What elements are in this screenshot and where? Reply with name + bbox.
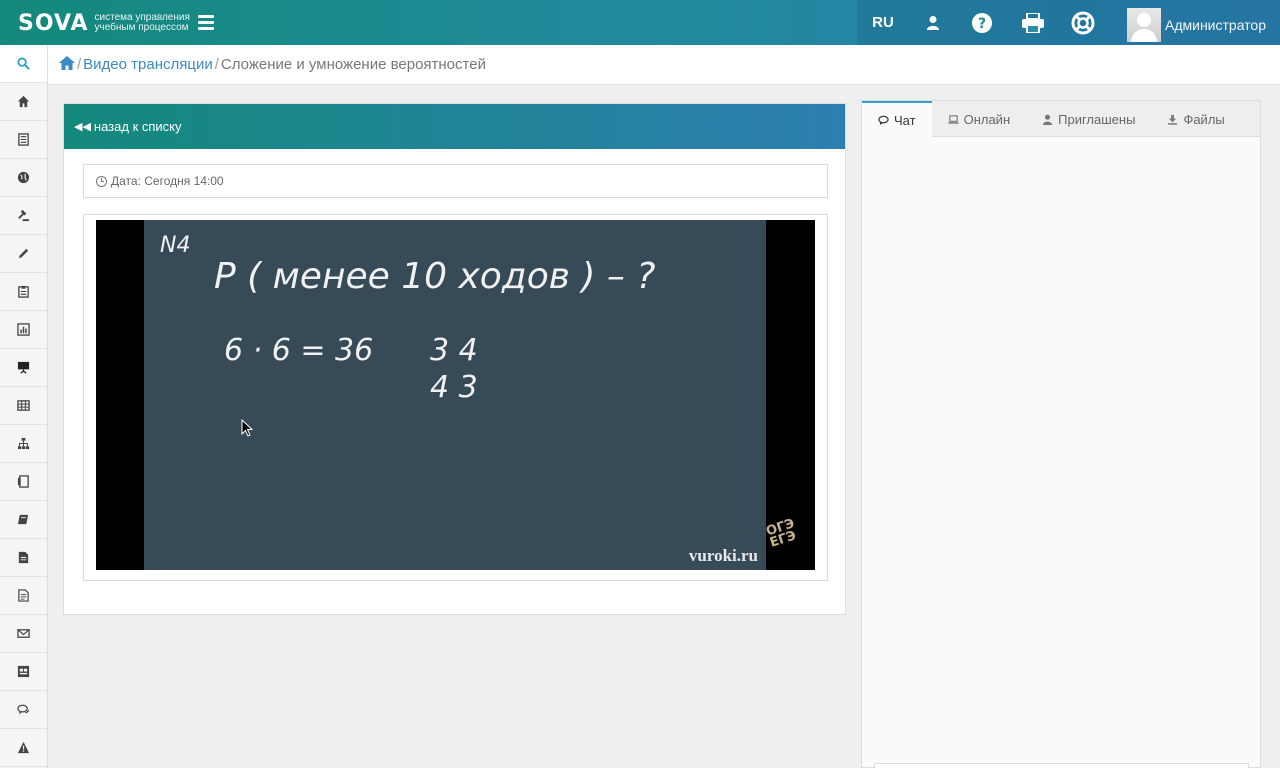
print-icon[interactable]	[1020, 0, 1046, 45]
board-line: 6 · 6 = 36	[224, 333, 373, 368]
envelope-icon[interactable]	[0, 615, 47, 653]
search-icon[interactable]	[0, 45, 47, 83]
laptop-icon	[948, 114, 959, 124]
language-switcher[interactable]: RU	[872, 0, 894, 45]
tab-files[interactable]: Файлы	[1151, 101, 1240, 137]
breadcrumb: / Видео трансляции / Сложение и умножени…	[48, 45, 1280, 85]
breadcrumb-separator: /	[77, 56, 82, 73]
date-info: Дата: Сегодня 14:00	[83, 164, 828, 198]
user-icon	[1043, 114, 1053, 125]
door-icon[interactable]	[0, 463, 47, 501]
comments-icon[interactable]	[0, 691, 47, 729]
board-line: 4 3	[430, 370, 478, 405]
sitemap-icon[interactable]	[0, 425, 47, 463]
svg-text:?: ?	[978, 16, 986, 32]
globe-icon[interactable]	[0, 159, 47, 197]
bar-chart-icon[interactable]	[0, 311, 47, 349]
tab-invited[interactable]: Приглашены	[1026, 101, 1151, 137]
warning-icon[interactable]	[0, 729, 47, 767]
back-arrow-icon[interactable]: ◀◀	[74, 120, 91, 133]
board-handwriting: N4 P ( менее 10 ходов ) – ? 6 · 6 = 36 3…	[160, 233, 655, 405]
breadcrumb-link-video[interactable]: Видео трансляции	[83, 56, 213, 73]
top-navbar: SOVA система управления учебным процессо…	[0, 0, 1280, 45]
table-icon[interactable]	[0, 387, 47, 425]
clock-icon	[96, 175, 107, 187]
tab-label: Приглашены	[1058, 111, 1136, 127]
tab-chat[interactable]: Чат	[862, 101, 932, 138]
video-container: N4 P ( менее 10 ходов ) – ? 6 · 6 = 36 3…	[83, 214, 828, 581]
logo-mark: SOVA	[18, 10, 89, 36]
tab-label: Онлайн	[963, 111, 1011, 127]
user-menu[interactable]: Администратор	[1127, 8, 1266, 42]
download-icon	[1168, 114, 1178, 125]
question-icon[interactable]: ?	[970, 0, 994, 45]
tab-label: Файлы	[1183, 111, 1225, 127]
chat-panel: Чат Онлайн Приглашены Файлы	[861, 100, 1261, 768]
presentation-icon[interactable]	[0, 349, 47, 387]
board-line: N4	[160, 233, 190, 258]
user-name: Администратор	[1165, 17, 1267, 33]
tab-label: Чат	[894, 113, 916, 128]
book-icon[interactable]	[0, 501, 47, 539]
user-icon[interactable]	[923, 0, 943, 45]
back-to-list-link[interactable]: назад к списку	[94, 119, 182, 134]
top-right-tools: RU ? Администратор	[857, 0, 1280, 45]
exam-badge: ОГЭ ЕГЭ	[764, 516, 800, 551]
tab-online[interactable]: Онлайн	[932, 101, 1027, 137]
pencil-icon[interactable]	[0, 235, 47, 273]
avatar	[1127, 8, 1161, 42]
board-line: P ( менее 10 ходов ) – ?	[214, 256, 655, 297]
calendar-table-icon[interactable]	[0, 653, 47, 691]
chat-tabs: Чат Онлайн Приглашены Файлы	[862, 101, 1260, 138]
video-player[interactable]: N4 P ( менее 10 ходов ) – ? 6 · 6 = 36 3…	[96, 220, 815, 570]
video-panel: ◀◀ назад к списку Дата: Сегодня 14:00 N4…	[63, 103, 846, 615]
panel-header: ◀◀ назад к списку	[64, 104, 845, 149]
file-icon[interactable]	[0, 539, 47, 577]
mouse-cursor-icon	[241, 419, 253, 437]
date-label: Дата: Сегодня 14:00	[111, 174, 224, 188]
gavel-icon[interactable]	[0, 197, 47, 235]
home-icon[interactable]	[59, 55, 75, 74]
comment-icon	[878, 115, 889, 126]
breadcrumb-current: Сложение и умножение вероятностей	[220, 56, 486, 73]
sidebar	[0, 45, 48, 768]
logo[interactable]: SOVA система управления учебным процессо…	[18, 9, 213, 37]
lifebuoy-icon[interactable]	[1070, 0, 1096, 45]
clipboard-icon[interactable]	[0, 273, 47, 311]
list-icon[interactable]	[0, 121, 47, 159]
chat-message-input[interactable]	[874, 763, 1249, 768]
logo-subtitle: система управления учебным процессом	[94, 12, 190, 33]
menu-toggle-icon[interactable]	[198, 13, 214, 31]
video-watermark: vuroki.ru	[688, 546, 758, 565]
file-text-icon[interactable]	[0, 577, 47, 615]
breadcrumb-separator: /	[214, 56, 219, 73]
board-line: 3 4	[430, 333, 478, 368]
video-board: N4 P ( менее 10 ходов ) – ? 6 · 6 = 36 3…	[144, 220, 766, 570]
home-icon[interactable]	[0, 83, 47, 121]
